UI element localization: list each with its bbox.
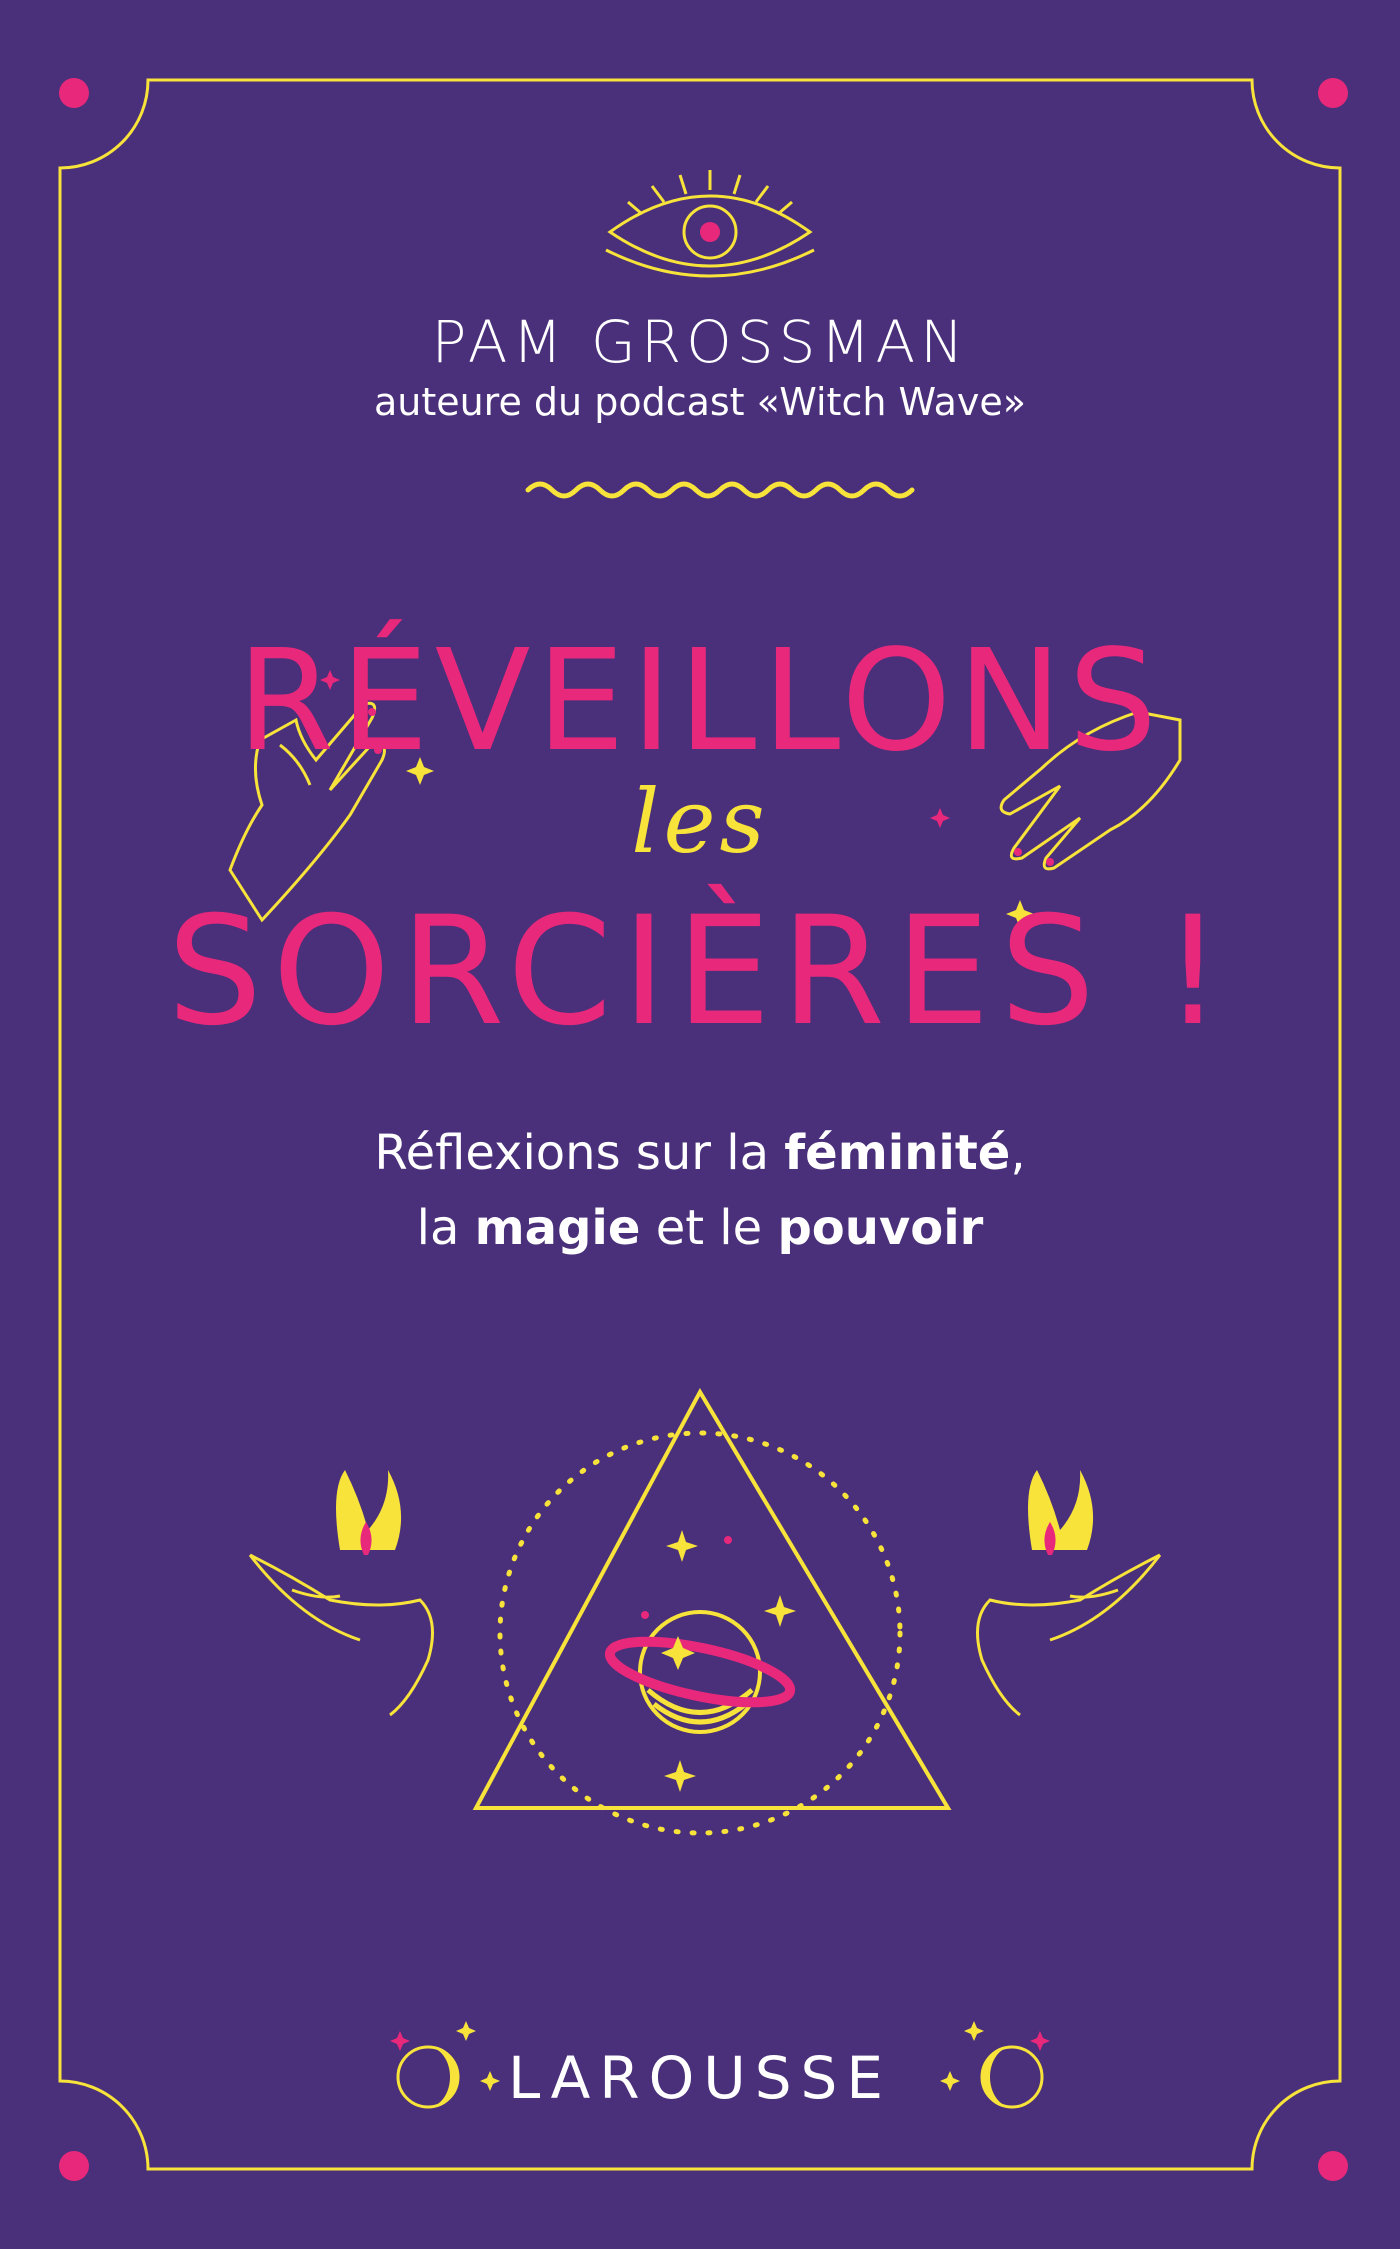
- corner-dot-icon: [59, 78, 89, 108]
- tagline-line-1: Réflexions sur la féminité,: [0, 1125, 1400, 1181]
- candle-hand-icon: [248, 1470, 434, 1717]
- title-line-2: les: [631, 770, 769, 873]
- tagline-emphasis: pouvoir: [777, 1200, 984, 1256]
- publisher-name: LAROUSSE: [507, 2044, 892, 2112]
- author-name: PAM GROSSMAN: [431, 308, 969, 376]
- candle-hand-icon: [976, 1470, 1162, 1717]
- wave-divider-icon: [525, 481, 915, 499]
- corner-dot-icon: [1318, 78, 1348, 108]
- corner-dot-icon: [59, 2151, 89, 2181]
- title-line-3: SORCIÈRES !: [167, 885, 1233, 1059]
- triangle-planet-icon: [472, 1387, 952, 1836]
- tagline-text: la: [416, 1200, 475, 1256]
- book-cover: PAM GROSSMAN auteure du podcast «Witch W…: [0, 0, 1400, 2249]
- title-line-1: RÉVEILLONS: [236, 620, 1164, 783]
- tagline-text: Réflexions sur la: [374, 1125, 785, 1181]
- tagline-emphasis: magie: [474, 1200, 641, 1256]
- tagline-emphasis: féminité: [784, 1125, 1011, 1181]
- tagline-text: ,: [1010, 1125, 1026, 1181]
- author-note: auteure du podcast «Witch Wave»: [373, 380, 1027, 424]
- tagline-line-2: la magie et le pouvoir: [0, 1200, 1400, 1256]
- corner-dot-icon: [1318, 2151, 1348, 2181]
- eye-icon: [605, 170, 815, 278]
- tagline-text: et le: [640, 1200, 778, 1256]
